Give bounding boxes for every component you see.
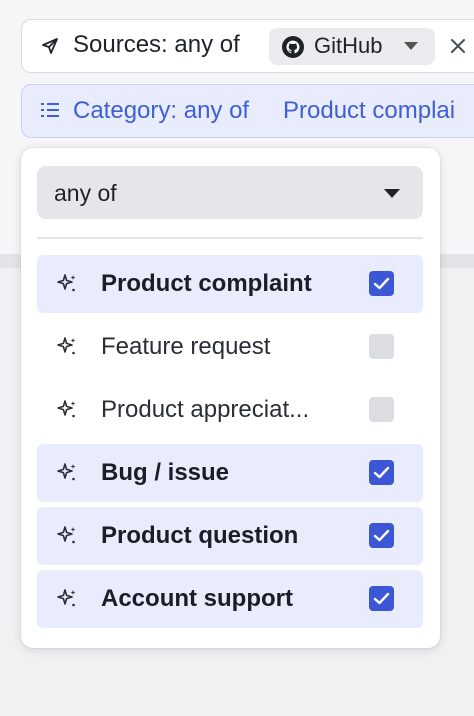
send-icon bbox=[42, 38, 58, 54]
category-option-label: Bug / issue bbox=[101, 459, 230, 486]
category-option-label: Account support bbox=[101, 585, 293, 612]
checkmark-icon bbox=[373, 466, 390, 479]
category-option[interactable]: Product appreciat... bbox=[37, 381, 423, 439]
sparkle-icon bbox=[57, 526, 76, 544]
category-option-label: Product question bbox=[101, 522, 299, 549]
sparkle-icon bbox=[57, 463, 76, 481]
match-mode-value: any of bbox=[54, 180, 117, 206]
category-option-checkbox[interactable] bbox=[369, 334, 394, 359]
checkmark-icon bbox=[373, 529, 390, 542]
category-option-label: Feature request bbox=[101, 333, 271, 360]
divider bbox=[37, 237, 423, 239]
category-option[interactable]: Feature request bbox=[37, 318, 423, 376]
sources-filter-label: Sources: any of bbox=[73, 31, 240, 58]
category-option-checkbox[interactable] bbox=[369, 523, 394, 548]
github-chip-label: GitHub bbox=[314, 33, 383, 58]
sparkle-icon bbox=[57, 400, 76, 418]
category-option[interactable]: Product complaint bbox=[37, 255, 423, 313]
sparkle-icon bbox=[57, 337, 76, 355]
category-option-checkbox[interactable] bbox=[369, 460, 394, 485]
category-option[interactable]: Product question bbox=[37, 507, 423, 565]
category-option-checkbox[interactable] bbox=[369, 397, 394, 422]
category-filter-label: Category: any of bbox=[73, 97, 250, 124]
category-option-label: Product complaint bbox=[101, 270, 312, 297]
github-icon bbox=[282, 36, 304, 58]
category-option-label: Product appreciat... bbox=[101, 396, 310, 423]
category-option-checkbox[interactable] bbox=[369, 586, 394, 611]
chip-dropdown-icon[interactable] bbox=[404, 42, 418, 50]
category-option[interactable]: Account support bbox=[37, 570, 423, 628]
checkmark-icon bbox=[373, 592, 390, 605]
sparkle-icon bbox=[57, 589, 76, 607]
category-filter-value: Product complai bbox=[283, 97, 456, 124]
chevron-down-icon[interactable] bbox=[384, 189, 400, 198]
close-icon[interactable] bbox=[449, 37, 467, 55]
checkmark-icon bbox=[373, 277, 390, 290]
category-option[interactable]: Bug / issue bbox=[37, 444, 423, 502]
list-icon bbox=[41, 103, 59, 117]
category-option-checkbox[interactable] bbox=[369, 271, 394, 296]
sparkle-icon bbox=[57, 274, 76, 292]
